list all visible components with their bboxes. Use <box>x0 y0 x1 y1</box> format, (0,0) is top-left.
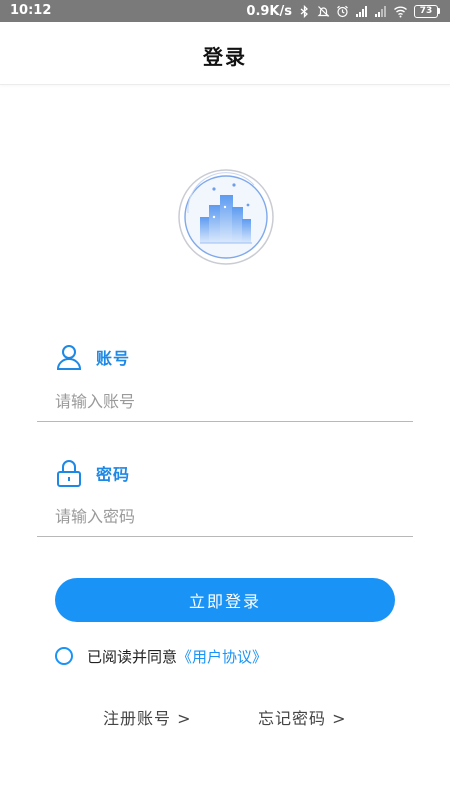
status-bar: 10:12 0.9K/s 73 <box>0 0 450 22</box>
status-icons: 0.9K/s 73 <box>246 2 440 20</box>
alarm-icon <box>337 5 348 17</box>
account-label-row: 账号 <box>56 342 130 372</box>
user-agreement-link[interactable]: 《用户协议》 <box>177 646 267 667</box>
login-button[interactable]: 立即登录 <box>55 578 395 622</box>
agreement-row: 已阅读并同意 《用户协议》 <box>55 645 267 667</box>
password-input[interactable] <box>37 497 413 537</box>
wifi-icon <box>394 6 407 17</box>
agreement-checkbox[interactable] <box>55 647 73 665</box>
signal-icon-2 <box>375 5 386 17</box>
mute-icon <box>317 5 330 17</box>
header: 登录 <box>0 22 450 85</box>
password-label-row: 密码 <box>56 458 130 488</box>
register-link[interactable]: 注册账号 > <box>103 705 192 729</box>
signal-icon <box>356 5 367 17</box>
battery-level: 73 <box>414 4 438 18</box>
status-time: 10:12 <box>10 3 52 18</box>
account-label: 账号 <box>96 349 131 368</box>
network-speed: 0.9K/s <box>246 3 292 19</box>
page-title: 登录 <box>203 45 247 69</box>
battery-icon: 73 <box>414 4 440 18</box>
app-logo <box>178 169 274 265</box>
bluetooth-icon <box>300 4 308 18</box>
password-label: 密码 <box>96 465 131 484</box>
agreement-text: 已阅读并同意 <box>87 647 178 666</box>
user-icon <box>56 345 82 370</box>
forgot-password-link[interactable]: 忘记密码 > <box>258 705 347 729</box>
lock-icon <box>57 460 81 487</box>
account-input[interactable] <box>37 382 413 422</box>
